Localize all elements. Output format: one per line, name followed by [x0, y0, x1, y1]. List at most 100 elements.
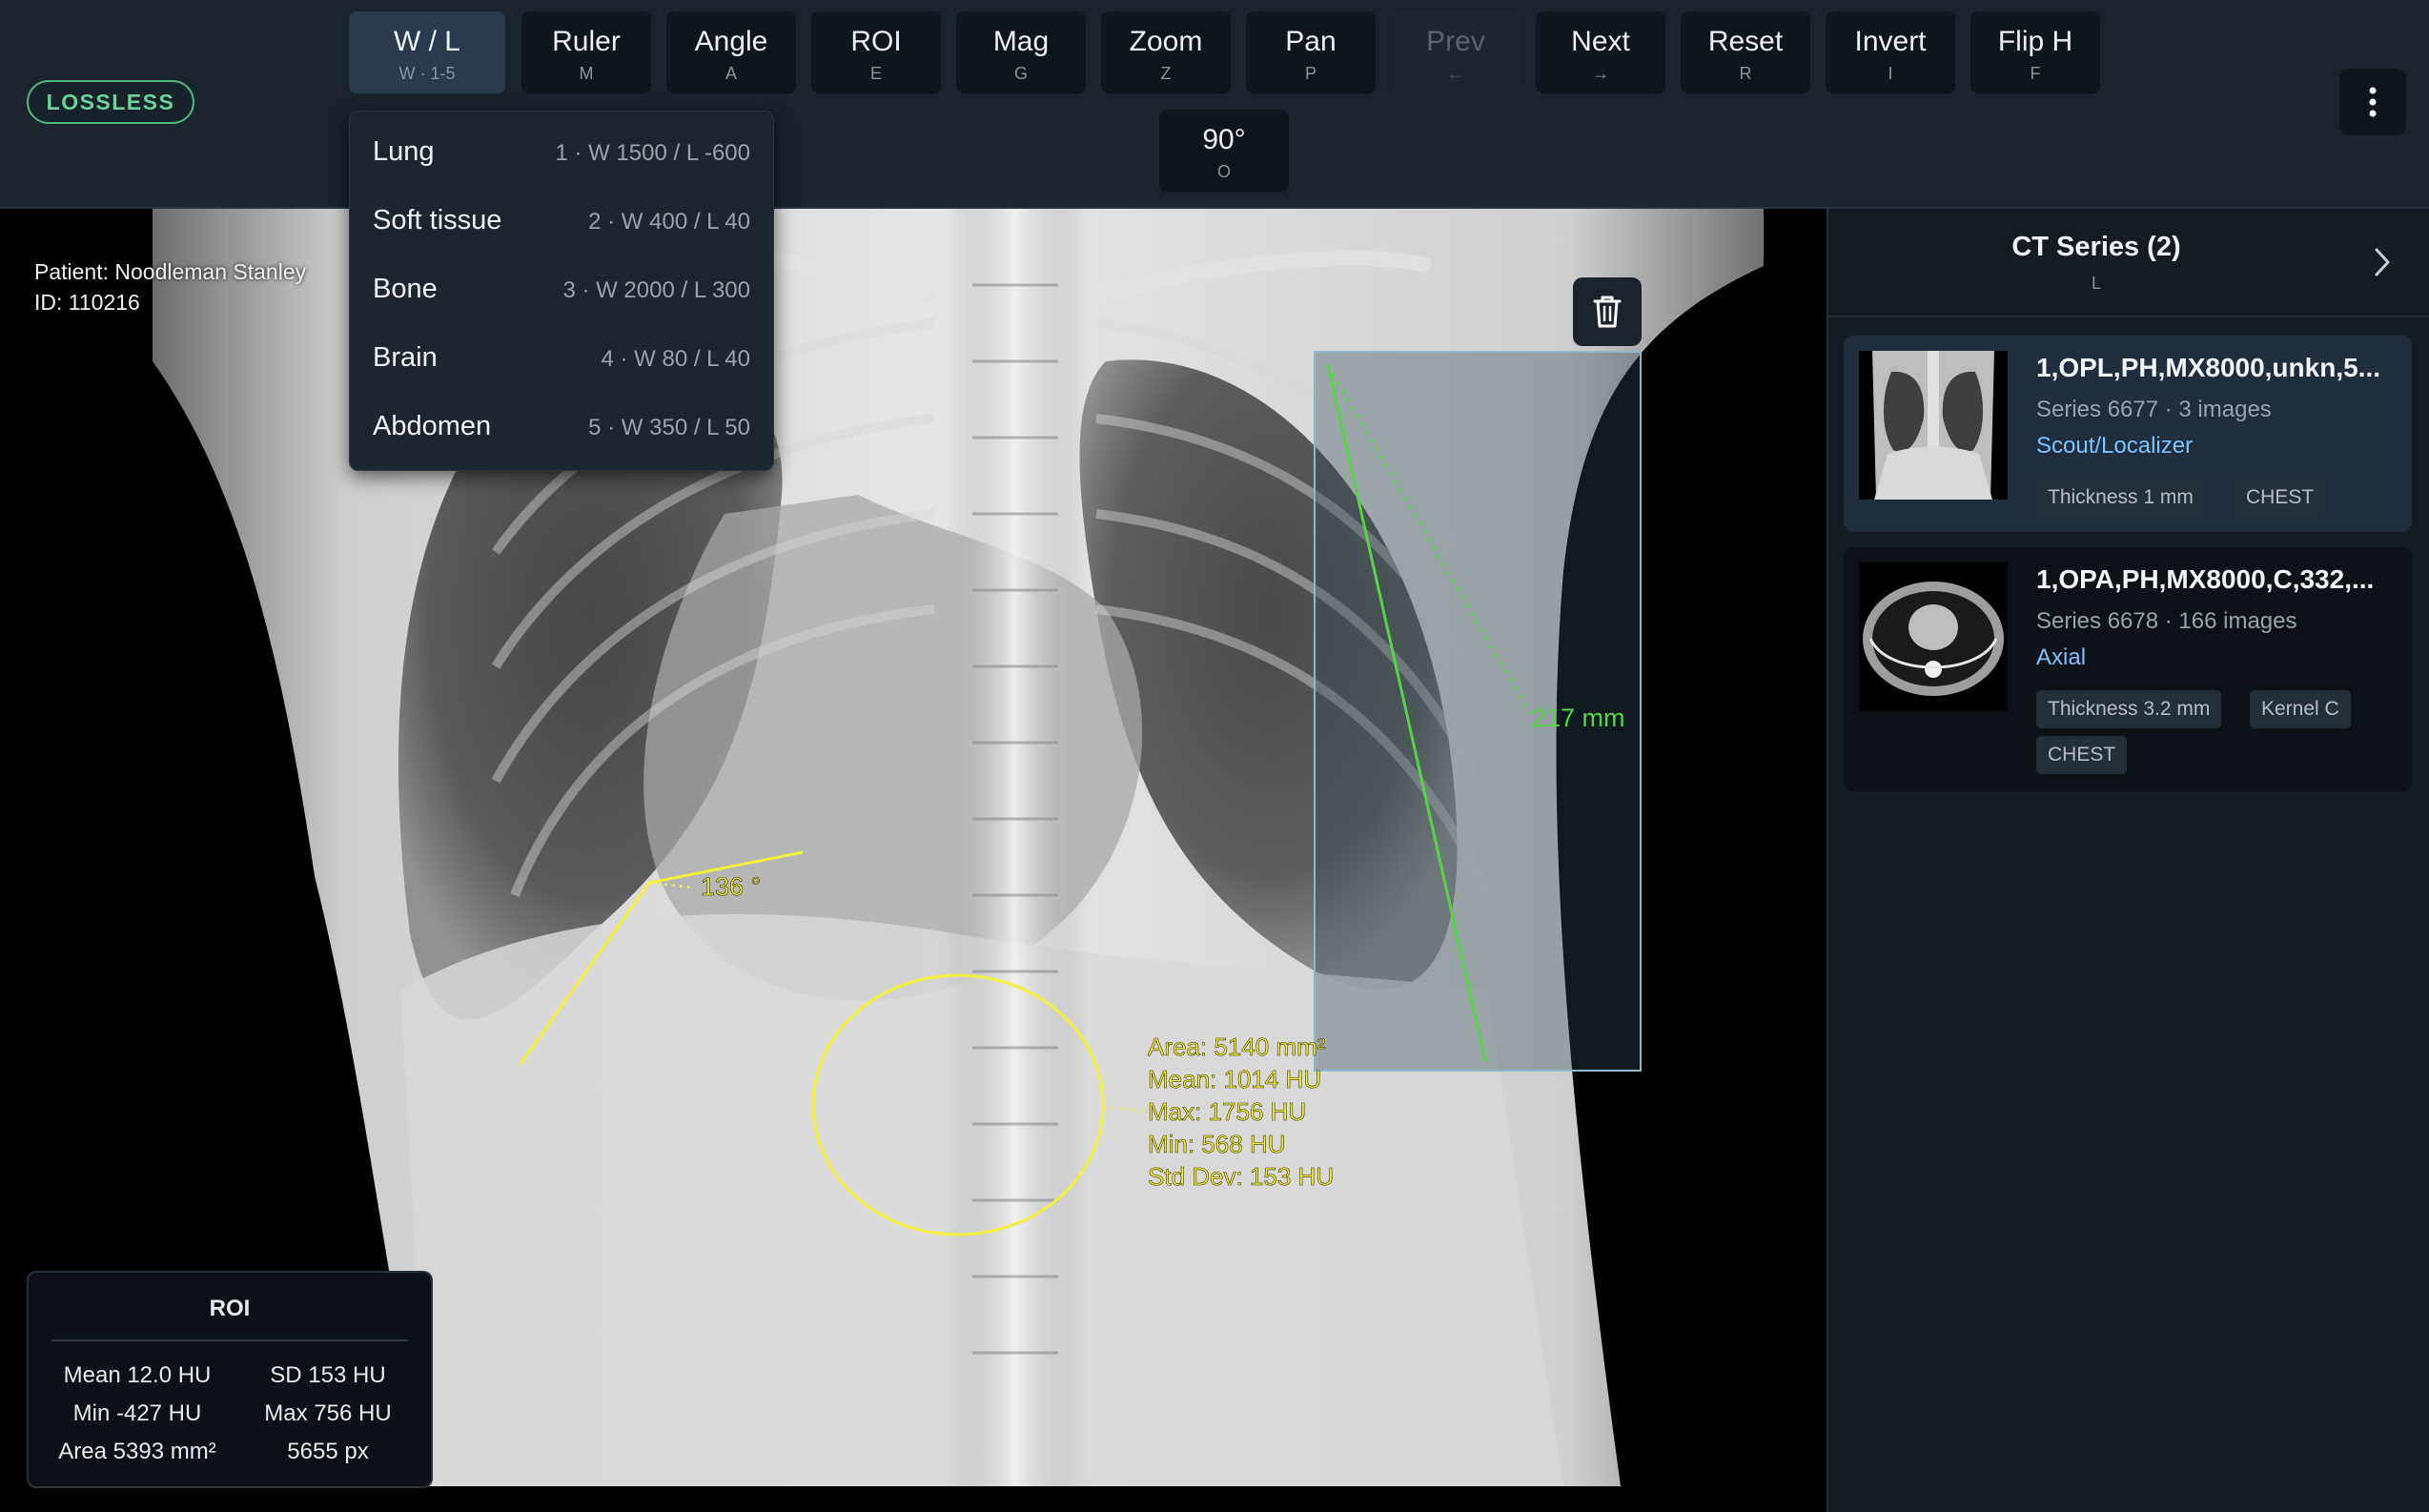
- preset-soft-tissue-item[interactable]: Soft tissue 2 · W 400 / L 40: [350, 188, 775, 256]
- series-panel-shortcut: L: [2091, 274, 2101, 293]
- tool-label: Invert: [1854, 26, 1927, 57]
- preset-value: 1 · W 1500 / L -600: [555, 140, 750, 166]
- roi-area-value: Area 5393 mm²: [58, 1439, 216, 1464]
- patient-id: ID: 110216: [34, 290, 140, 315]
- divider: [51, 1339, 408, 1341]
- scout-thumbnail-image: [1859, 351, 2008, 500]
- preset-name: Bone: [373, 274, 438, 304]
- tool-shortcut: O: [1216, 162, 1231, 181]
- patient-name: Patient: Noodleman Stanley: [34, 259, 307, 284]
- roi-mean-value: Mean 12.0 HU: [63, 1362, 212, 1388]
- series-thumbnail: [1859, 351, 2008, 500]
- series-subtitle: Series 6678 · 166 images: [2036, 608, 2297, 634]
- series-subtitle: Series 6677 · 3 images: [2036, 397, 2272, 422]
- series-type: Axial: [2036, 644, 2087, 670]
- roi-max-value: Max 756 HU: [264, 1400, 392, 1426]
- roi-sd-value: SD 153 HU: [270, 1362, 386, 1388]
- tool-label: 90°: [1202, 124, 1246, 155]
- preset-name: Abdomen: [373, 411, 492, 441]
- series-card[interactable]: 1,OPA,PH,MX8000,C,332,... Series 6678 · …: [1844, 547, 2412, 791]
- tool-shortcut: I: [1888, 64, 1893, 83]
- more-vertical-icon: [2369, 87, 2377, 117]
- roi-panel-title: ROI: [209, 1296, 251, 1321]
- chevron-right-icon[interactable]: [2372, 245, 2393, 279]
- tool-rotate-90-button[interactable]: 90° O: [1159, 110, 1289, 192]
- roi-stats-panel: ROI Mean 12.0 HU SD 153 HU Min -427 HU M…: [27, 1271, 433, 1488]
- tool-label: Ruler: [552, 26, 621, 57]
- tool-label: Pan: [1285, 26, 1337, 57]
- series-tag: CHEST: [2036, 736, 2128, 774]
- tool-label: Flip H: [1997, 26, 2073, 57]
- preset-name: Soft tissue: [373, 205, 502, 235]
- tool-shortcut: E: [869, 64, 882, 83]
- preset-value: 5 · W 350 / L 50: [588, 415, 750, 440]
- series-title: 1,OPA,PH,MX8000,C,332,...: [2036, 564, 2375, 594]
- tool-label: Next: [1571, 26, 1630, 57]
- patient-info: Patient: Noodleman Stanley ID: 110216: [34, 256, 306, 317]
- series-tag: CHEST: [2235, 479, 2326, 517]
- tool-shortcut: W · 1-5: [398, 64, 456, 83]
- tool-shortcut: ←: [1447, 64, 1464, 83]
- series-panel-title: CT Series (2): [2011, 232, 2181, 262]
- tool-ruler-button[interactable]: Ruler M: [521, 11, 651, 93]
- delete-annotation-button[interactable]: [1573, 277, 1642, 346]
- roi-pixel-count: 5655 px: [287, 1439, 369, 1464]
- angle-label: 136 °: [701, 872, 761, 901]
- tool-roi-button[interactable]: ROI E: [811, 11, 941, 93]
- tool-shortcut: M: [579, 64, 594, 83]
- preset-name: Lung: [373, 136, 435, 167]
- tool-label: Zoom: [1129, 26, 1203, 57]
- series-panel: CT Series (2) L 1,OPL,PH,MX8000,unkn,5..…: [1827, 209, 2429, 1512]
- roi-min-label: Min: 568 HU: [1148, 1130, 1286, 1158]
- preset-lung-item[interactable]: Lung 1 · W 1500 / L -600: [350, 119, 775, 188]
- preset-name: Brain: [373, 342, 438, 373]
- tool-window-level-button[interactable]: W / L W · 1-5: [349, 11, 505, 93]
- tool-label: ROI: [850, 26, 902, 57]
- preset-value: 3 · W 2000 / L 300: [562, 277, 750, 303]
- roi-std-label: Std Dev: 153 HU: [1148, 1162, 1334, 1191]
- tool-flip-horizontal-button[interactable]: Flip H F: [1970, 11, 2100, 93]
- tool-angle-button[interactable]: Angle A: [666, 11, 796, 93]
- tool-next-button[interactable]: Next →: [1536, 11, 1665, 93]
- tool-shortcut: A: [725, 64, 737, 83]
- window-level-preset-menu: Lung 1 · W 1500 / L -600 Soft tissue 2 ·…: [349, 111, 774, 471]
- roi-min-value: Min -427 HU: [72, 1400, 202, 1426]
- trash-icon: [1593, 296, 1622, 328]
- tool-prev-button[interactable]: Prev ←: [1391, 11, 1521, 93]
- roi-max-label: Max: 1756 HU: [1148, 1097, 1306, 1126]
- tool-reset-button[interactable]: Reset R: [1681, 11, 1810, 93]
- preset-bone-item[interactable]: Bone 3 · W 2000 / L 300: [350, 256, 775, 325]
- tool-shortcut: F: [2030, 64, 2041, 83]
- tool-label: W / L: [393, 26, 460, 57]
- series-title: 1,OPL,PH,MX8000,unkn,5...: [2036, 353, 2381, 382]
- preset-value: 2 · W 400 / L 40: [588, 209, 750, 235]
- series-tag: Thickness 3.2 mm: [2036, 690, 2222, 728]
- tool-label: Angle: [694, 26, 768, 57]
- series-type: Scout/Localizer: [2036, 433, 2194, 459]
- series-tag: Kernel C: [2250, 690, 2351, 728]
- tool-shortcut: Z: [1160, 64, 1172, 83]
- series-tag: Thickness 1 mm: [2036, 479, 2205, 517]
- tool-invert-button[interactable]: Invert I: [1826, 11, 1955, 93]
- tool-shortcut: P: [1304, 64, 1317, 83]
- series-card[interactable]: 1,OPL,PH,MX8000,unkn,5... Series 6677 · …: [1844, 336, 2412, 532]
- tool-zoom-button[interactable]: Zoom Z: [1101, 11, 1231, 93]
- series-thumbnail: [1859, 562, 2008, 711]
- tool-shortcut: G: [1013, 64, 1028, 83]
- preset-brain-item[interactable]: Brain 4 · W 80 / L 40: [350, 325, 775, 394]
- ruler-label: 217 mm: [1532, 704, 1625, 732]
- more-options-button[interactable]: [2339, 69, 2406, 135]
- series-panel-header[interactable]: CT Series (2) L: [1828, 209, 2429, 317]
- roi-mean-label: Mean: 1014 HU: [1148, 1065, 1321, 1093]
- tool-shortcut: →: [1592, 64, 1609, 83]
- lossless-badge: LOSSLESS: [27, 80, 194, 124]
- tool-label: Prev: [1426, 26, 1485, 57]
- tool-pan-button[interactable]: Pan P: [1246, 11, 1376, 93]
- preset-abdomen-item[interactable]: Abdomen 5 · W 350 / L 50: [350, 394, 775, 462]
- image-viewport[interactable]: 136 ° 217 mm Area: 5140 mm² Mean: 1014 H…: [0, 209, 1827, 1512]
- preset-value: 4 · W 80 / L 40: [601, 346, 750, 372]
- tool-magnify-button[interactable]: Mag G: [956, 11, 1086, 93]
- roi-area-label: Area: 5140 mm²: [1148, 1032, 1326, 1061]
- tool-label: Mag: [992, 26, 1050, 57]
- tool-label: Reset: [1707, 26, 1784, 57]
